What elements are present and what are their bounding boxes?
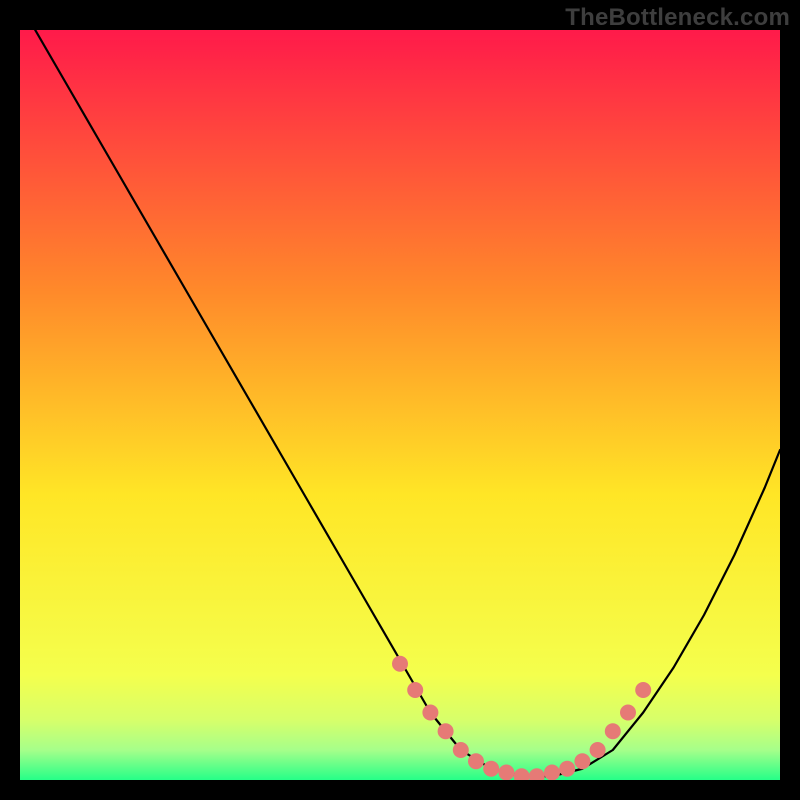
- chart-svg: [20, 30, 780, 780]
- data-marker: [620, 705, 636, 721]
- data-marker: [635, 682, 651, 698]
- data-marker: [422, 705, 438, 721]
- data-marker: [559, 761, 575, 777]
- data-marker: [438, 723, 454, 739]
- data-marker: [544, 765, 560, 781]
- data-marker: [498, 765, 514, 781]
- data-marker: [574, 753, 590, 769]
- plot-area: [20, 30, 780, 780]
- data-marker: [590, 742, 606, 758]
- data-marker: [407, 682, 423, 698]
- chart-container: TheBottleneck.com: [0, 0, 800, 800]
- data-marker: [392, 656, 408, 672]
- data-marker: [483, 761, 499, 777]
- data-marker: [605, 723, 621, 739]
- watermark-text: TheBottleneck.com: [565, 4, 790, 32]
- data-marker: [453, 742, 469, 758]
- data-marker: [468, 753, 484, 769]
